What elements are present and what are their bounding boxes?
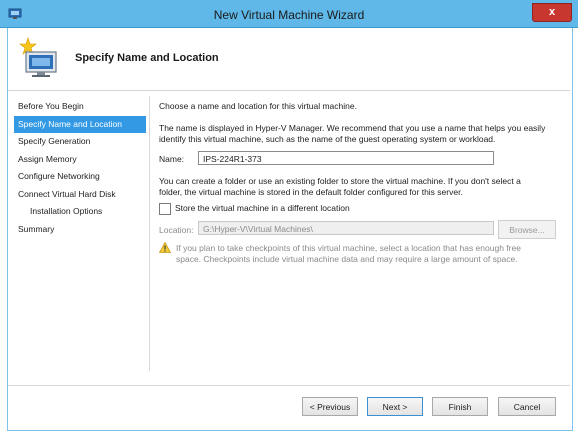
warning-line-2: space. Checkpoints include virtual machi… — [176, 254, 518, 264]
page-title: Specify Name and Location — [75, 52, 219, 64]
window-title: New Virtual Machine Wizard — [213, 8, 365, 22]
browse-button[interactable]: Browse... — [498, 220, 556, 239]
nav-item-before-you-begin[interactable]: Before You Begin — [14, 98, 146, 116]
name-description-line-2: identify this virtual machine, such as t… — [159, 134, 496, 144]
folder-description-line-2: folder, the virtual machine is stored in… — [159, 187, 463, 197]
intro-text: Choose a name and location for this virt… — [159, 101, 357, 111]
name-input[interactable]: IPS-224R1-373 — [198, 151, 494, 165]
nav-item-configure-networking[interactable]: Configure Networking — [14, 168, 146, 186]
wizard-header: Specify Name and Location — [8, 28, 570, 91]
name-label: Name: — [159, 154, 185, 164]
new-vm-wizard-icon — [19, 37, 57, 77]
nav-item-specify-name-and-location[interactable]: Specify Name and Location — [14, 115, 146, 133]
folder-description-line-1: You can create a folder or use an existi… — [159, 176, 521, 186]
finish-button[interactable]: Finish — [432, 397, 488, 416]
store-different-location-checkbox[interactable] — [159, 203, 171, 215]
wizard-steps-nav: Before You Begin Specify Name and Locati… — [14, 98, 146, 238]
footer-divider — [8, 385, 570, 386]
store-different-location-label: Store the virtual machine in a different… — [175, 203, 350, 213]
nav-divider — [149, 96, 150, 371]
nav-item-installation-options[interactable]: Installation Options — [14, 203, 146, 221]
nav-item-summary[interactable]: Summary — [14, 221, 146, 239]
title-bar: New Virtual Machine Wizard x — [0, 0, 578, 28]
location-label: Location: — [159, 225, 194, 235]
nav-item-specify-generation[interactable]: Specify Generation — [14, 133, 146, 151]
close-button[interactable]: x — [532, 3, 572, 22]
location-input[interactable]: G:\Hyper-V\Virtual Machines\ — [198, 221, 494, 235]
nav-item-assign-memory[interactable]: Assign Memory — [14, 151, 146, 169]
warning-line-1: If you plan to take checkpoints of this … — [176, 243, 521, 253]
previous-button[interactable]: < Previous — [302, 397, 358, 416]
name-description-line-1: The name is displayed in Hyper-V Manager… — [159, 123, 546, 133]
next-button[interactable]: Next > — [367, 397, 423, 416]
cancel-button[interactable]: Cancel — [498, 397, 556, 416]
warning-icon — [159, 242, 171, 253]
nav-item-connect-virtual-hard-disk[interactable]: Connect Virtual Hard Disk — [14, 186, 146, 204]
